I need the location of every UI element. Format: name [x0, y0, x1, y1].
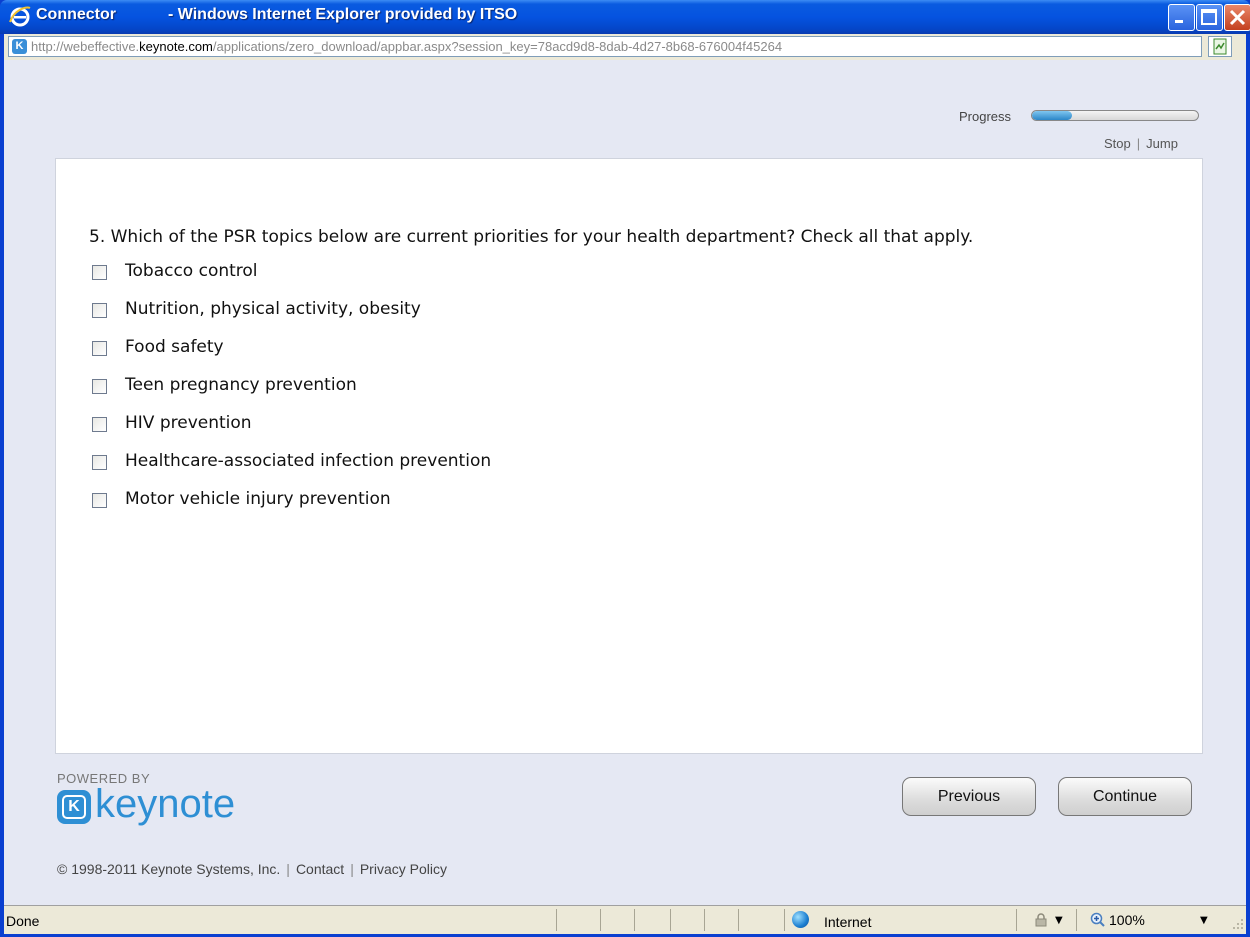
option-label[interactable]: Teen pregnancy prevention: [125, 375, 357, 395]
option-label[interactable]: Tobacco control: [125, 261, 258, 281]
page-status-button[interactable]: [1208, 36, 1232, 57]
status-divider: [670, 909, 671, 931]
checkbox[interactable]: [92, 265, 107, 280]
status-divider: [1076, 909, 1077, 931]
contact-link[interactable]: Contact: [296, 861, 344, 877]
option-label[interactable]: HIV prevention: [125, 413, 252, 433]
keynote-logo-icon: K: [57, 790, 91, 824]
maximize-icon: [1201, 9, 1217, 25]
status-divider: [784, 909, 785, 931]
minimize-button[interactable]: [1168, 4, 1195, 31]
checkbox[interactable]: [92, 341, 107, 356]
option-label[interactable]: Food safety: [125, 337, 224, 357]
checkbox[interactable]: [92, 303, 107, 318]
chevron-down-icon[interactable]: ▼: [1055, 915, 1063, 926]
copyright-text: © 1998-2011 Keynote Systems, Inc.: [57, 861, 281, 877]
option-label[interactable]: Healthcare-associated infection preventi…: [125, 451, 491, 471]
privacy-policy-link[interactable]: Privacy Policy: [360, 861, 447, 877]
option-label[interactable]: Motor vehicle injury prevention: [125, 489, 391, 509]
internet-zone-icon: [792, 911, 809, 928]
maximize-button[interactable]: [1196, 4, 1223, 31]
keynote-wordmark: keynote: [95, 782, 236, 826]
url-prefix: http://webeffective.: [31, 39, 140, 54]
window-title-app: Connector: [36, 6, 116, 23]
stop-jump-links: Stop | Jump: [1104, 136, 1178, 151]
url-domain: keynote.com: [139, 39, 213, 54]
keynote-logo-mark: K: [62, 795, 86, 819]
minimize-icon: [1175, 20, 1183, 23]
title-bar[interactable]: Connector - Windows Internet Explorer pro…: [0, 0, 1250, 34]
checkbox[interactable]: [92, 493, 107, 508]
close-button[interactable]: [1224, 4, 1250, 31]
close-icon: [1229, 9, 1246, 26]
separator: |: [350, 861, 354, 877]
progress-fill: [1032, 111, 1072, 120]
status-divider: [704, 909, 705, 931]
footer: © 1998-2011 Keynote Systems, Inc. | Contac…: [57, 861, 447, 877]
page-content: Progress Stop | Jump 5. Which of the PSR t…: [4, 60, 1246, 905]
url-path: /applications/zero_download/appbar.aspx?…: [212, 39, 783, 54]
window-title: Connector - Windows Internet Explorer pro…: [36, 6, 517, 24]
status-divider: [1016, 909, 1017, 931]
keynote-favicon-icon: K: [12, 39, 27, 54]
status-divider: [556, 909, 557, 931]
stop-link[interactable]: Stop: [1104, 136, 1131, 151]
separator: |: [286, 861, 290, 877]
zoom-icon: [1090, 912, 1105, 927]
progress-label: Progress: [959, 109, 1012, 124]
progress-bar: [1031, 110, 1199, 121]
zoom-level[interactable]: 100%: [1109, 912, 1145, 928]
status-divider: [634, 909, 635, 931]
previous-button[interactable]: Previous: [902, 777, 1036, 816]
resize-grip-icon[interactable]: [1232, 918, 1244, 930]
zoom-chevron-down-icon[interactable]: ▼: [1200, 915, 1208, 926]
question-text: 5. Which of the PSR topics below are cur…: [89, 227, 974, 247]
separator: |: [1136, 136, 1141, 151]
checkbox[interactable]: [92, 455, 107, 470]
address-bar: K http://webeffective.keynote.com/applic…: [4, 34, 1246, 60]
continue-button[interactable]: Continue: [1058, 777, 1192, 816]
security-zone-label: Internet: [824, 914, 872, 930]
jump-link[interactable]: Jump: [1146, 136, 1178, 151]
browser-window: Connector - Windows Internet Explorer pro…: [0, 0, 1250, 937]
address-url: http://webeffective.keynote.com/applicat…: [31, 39, 782, 54]
checkbox[interactable]: [92, 379, 107, 394]
window-title-suffix: - Windows Internet Explorer provided by …: [168, 6, 518, 23]
checkbox[interactable]: [92, 417, 107, 432]
question-panel: 5. Which of the PSR topics below are cur…: [55, 158, 1203, 754]
status-divider: [738, 909, 739, 931]
option-label[interactable]: Nutrition, physical activity, obesity: [125, 299, 421, 319]
protected-mode-icon[interactable]: [1034, 913, 1048, 927]
page-status-icon: [1213, 38, 1227, 55]
internet-explorer-icon: [9, 6, 31, 27]
status-bar: Done Internet ▼ 100% ▼: [4, 905, 1246, 934]
address-input[interactable]: K http://webeffective.keynote.com/applic…: [8, 36, 1202, 57]
status-divider: [600, 909, 601, 931]
status-text: Done: [6, 913, 40, 929]
